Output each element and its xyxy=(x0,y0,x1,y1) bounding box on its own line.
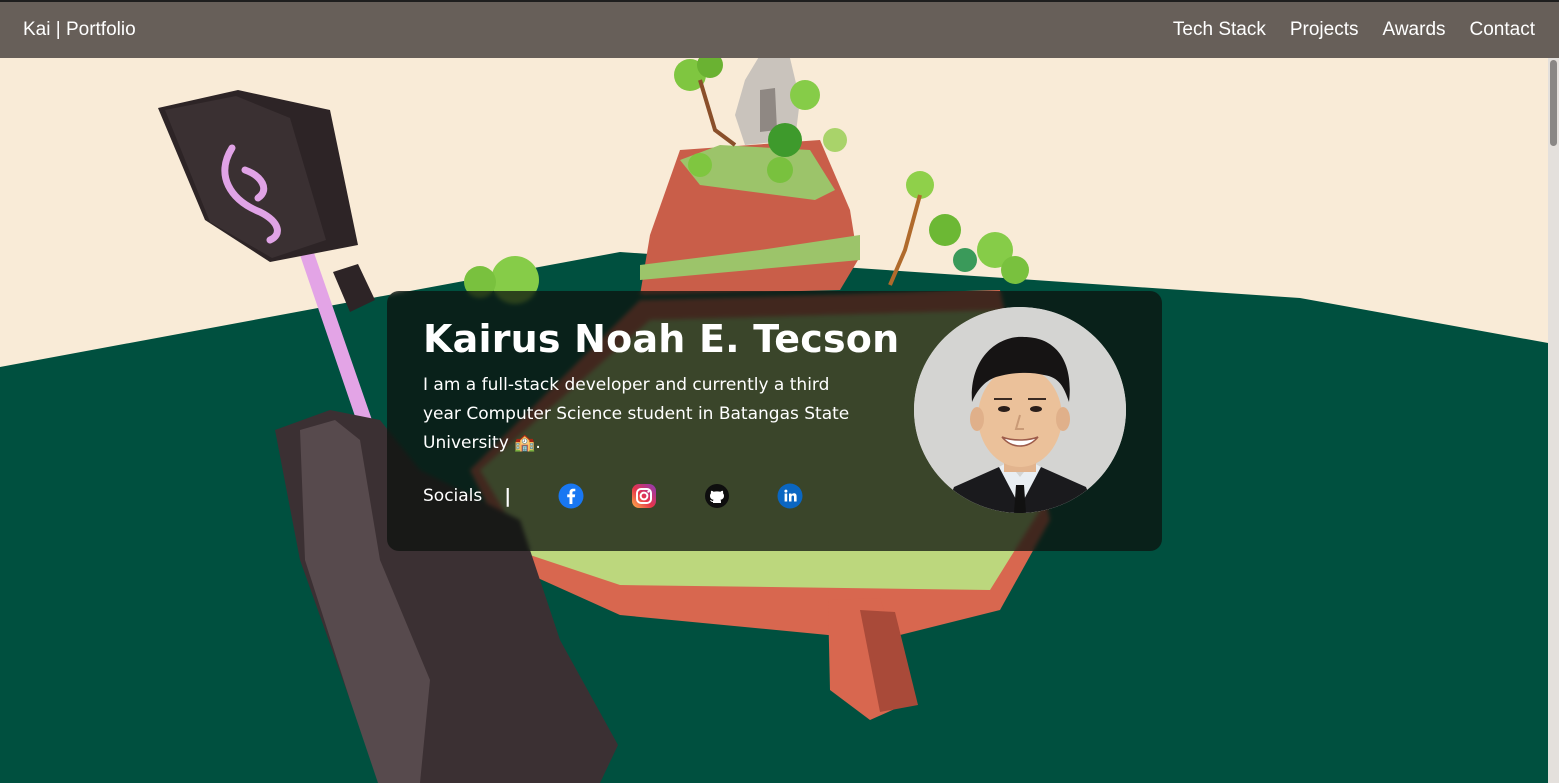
page-scrollbar[interactable] xyxy=(1548,58,1559,783)
nav-link-contact[interactable]: Contact xyxy=(1470,19,1535,41)
top-navbar: Kai | Portfolio Tech Stack Projects Awar… xyxy=(0,0,1559,58)
linkedin-icon xyxy=(777,483,803,509)
profile-photo xyxy=(914,307,1126,513)
facebook-link[interactable] xyxy=(558,483,584,509)
github-link[interactable] xyxy=(704,483,730,509)
nav-links: Tech Stack Projects Awards Contact xyxy=(1149,19,1535,41)
github-icon xyxy=(705,484,730,508)
scrollbar-thumb[interactable] xyxy=(1550,60,1557,146)
socials-row: Socials | xyxy=(423,483,803,509)
brand-title[interactable]: Kai | Portfolio xyxy=(23,19,136,41)
nav-link-projects[interactable]: Projects xyxy=(1290,19,1359,41)
instagram-icon xyxy=(632,484,657,508)
hero-name: Kairus Noah E. Tecson xyxy=(423,317,900,361)
portfolio-page: Kai | Portfolio Tech Stack Projects Awar… xyxy=(0,0,1559,783)
hero-card: Kairus Noah E. Tecson I am a full-stack … xyxy=(387,291,1162,551)
hero-bio: I am a full-stack developer and currentl… xyxy=(423,375,850,453)
instagram-link[interactable] xyxy=(631,483,657,509)
nav-link-awards[interactable]: Awards xyxy=(1383,19,1446,41)
socials-label: Socials xyxy=(423,486,483,506)
nav-link-tech-stack[interactable]: Tech Stack xyxy=(1173,19,1266,41)
profile-avatar xyxy=(914,307,1126,513)
socials-separator: | xyxy=(504,485,512,507)
linkedin-link[interactable] xyxy=(777,483,803,509)
facebook-icon xyxy=(558,483,584,509)
